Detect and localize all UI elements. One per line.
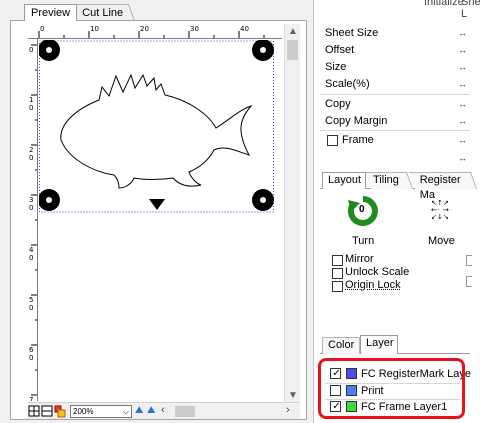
sheet-boundary — [39, 40, 274, 213]
zoom-in-icon[interactable]: ⛰ — [135, 405, 143, 416]
move-label: Move — [428, 235, 455, 247]
mirror-label[interactable]: Mirror — [345, 253, 374, 265]
move-arrows-icon: ↖ ↑ ↗ ← · → ↙ ↓ ↘ — [431, 199, 449, 221]
ruler-h-label: 40 — [240, 25, 249, 33]
prop-offset[interactable]: Offset — [325, 43, 354, 57]
origin-lock-checkbox[interactable] — [332, 281, 343, 292]
expand-arrow-icon[interactable]: ↔ — [458, 114, 467, 128]
prop-frame[interactable]: Frame — [342, 133, 374, 147]
frame-checkbox[interactable] — [327, 135, 338, 146]
ruler-v-label: 1 0 — [29, 96, 34, 112]
expand-arrow-icon[interactable]: ↔ — [458, 60, 467, 74]
zoom-value: 200% — [73, 407, 94, 416]
partial-checkbox[interactable] — [466, 276, 472, 287]
tab-register-marks[interactable]: Register Ma — [408, 172, 478, 201]
ruler-v-label: 3 0 — [29, 196, 34, 212]
scroll-left-icon[interactable]: ‹ — [161, 404, 165, 416]
horizontal-scroll-thumb[interactable] — [175, 406, 195, 417]
svg-text:↓: ↓ — [437, 213, 443, 221]
expand-arrow-icon[interactable]: ↔ — [458, 133, 467, 147]
ruler-h-label: 10 — [90, 25, 99, 33]
vertical-ruler: 0 1 0 2 0 3 0 4 0 5 0 6 0 7 0 — [28, 39, 38, 401]
turn-label: Turn — [352, 235, 375, 247]
svg-text:↙: ↙ — [431, 213, 437, 221]
tab-preview[interactable]: Preview — [24, 4, 78, 21]
registration-mark-top-left[interactable] — [39, 40, 60, 61]
scroll-up-icon[interactable]: ▲ — [288, 26, 298, 38]
initialize-header[interactable]: Initialize — [424, 0, 464, 8]
tab-cut-line-label: Cut Line — [82, 7, 124, 19]
move-button[interactable]: ↖ ↑ ↗ ← · → ↙ ↓ ↘ — [431, 198, 449, 222]
ruler-v-label: 7 0 — [29, 396, 34, 401]
chevron-down-icon: ⌵ — [122, 407, 129, 416]
ruler-v-label: 2 0 — [29, 146, 34, 162]
ruler-h-label: 0 — [40, 25, 45, 33]
prop-copy[interactable]: Copy — [325, 97, 351, 111]
scroll-thumb[interactable] — [287, 40, 298, 60]
origin-lock-label[interactable]: Origin Lock — [345, 279, 401, 291]
expand-arrow-icon[interactable]: ↔ — [458, 77, 467, 91]
turn-value: 0 — [359, 204, 365, 215]
unlock-scale-label[interactable]: Unlock Scale — [345, 266, 409, 278]
mirror-checkbox[interactable] — [332, 255, 343, 266]
turn-button[interactable]: 0 — [347, 195, 379, 227]
tab-tiling[interactable]: Tiling — [364, 172, 414, 189]
registration-mark-bottom-left[interactable] — [39, 189, 60, 211]
scroll-down-icon[interactable]: ▼ — [288, 390, 298, 402]
svg-text:↘: ↘ — [443, 213, 449, 221]
ruler-v-label: 4 0 — [29, 246, 34, 262]
feed-direction-icon — [149, 199, 165, 210]
divider — [320, 94, 470, 95]
horizontal-ruler: 0 10 20 30 40 — [28, 24, 282, 39]
scroll-right-icon[interactable]: › — [286, 404, 290, 416]
zoom-select[interactable]: 200% ⌵ — [70, 405, 132, 418]
expand-arrow-icon[interactable]: ↔ — [458, 97, 467, 111]
preview-bottom-toolbar: 200% ⌵ ⛰ ⛰ ‹ › — [28, 402, 300, 419]
vertical-scrollbar[interactable]: ▲ ▼ — [284, 24, 300, 404]
expand-arrow-icon[interactable]: ↔ — [458, 26, 467, 40]
tab-cut-line[interactable]: Cut Line — [72, 4, 136, 21]
tab-tiling-label: Tiling — [373, 174, 399, 186]
ruler-v-label: 5 0 — [29, 296, 34, 312]
ruler-v-label: 6 0 — [29, 346, 34, 362]
divider — [320, 130, 470, 131]
ruler-h-label: 20 — [140, 25, 149, 33]
prop-size[interactable]: Size — [325, 60, 346, 74]
color-fill-icon[interactable] — [54, 405, 66, 418]
prop-scale[interactable]: Scale(%) — [325, 77, 370, 91]
expand-arrow-icon[interactable]: ↔ — [458, 43, 467, 57]
tab-color-label: Color — [328, 339, 355, 351]
fish-design-shape[interactable] — [60, 73, 253, 189]
partial-checkbox[interactable] — [466, 255, 472, 266]
tab-layer[interactable]: Layer — [360, 335, 398, 354]
registration-mark-top-right[interactable] — [252, 40, 274, 61]
ruler-v-label: 0 — [29, 46, 34, 54]
tab-layout[interactable]: Layout — [322, 172, 366, 189]
ruler-h-label: 30 — [190, 25, 199, 33]
expand-arrow-icon[interactable]: ↔ — [458, 151, 467, 165]
unlock-scale-checkbox[interactable] — [332, 268, 343, 279]
grid-view-icon[interactable] — [28, 405, 40, 417]
design-canvas[interactable] — [39, 40, 282, 402]
sheet-header[interactable]: Sheet L — [461, 0, 480, 20]
split-view-icon[interactable] — [41, 405, 53, 417]
prop-sheet-size[interactable]: Sheet Size — [325, 26, 378, 40]
tab-color[interactable]: Color — [322, 337, 360, 354]
zoom-out-icon[interactable]: ⛰ — [147, 405, 155, 416]
prop-copy-margin[interactable]: Copy Margin — [325, 114, 387, 128]
highlight-annotation — [318, 358, 465, 419]
registration-mark-bottom-right[interactable] — [252, 189, 274, 211]
